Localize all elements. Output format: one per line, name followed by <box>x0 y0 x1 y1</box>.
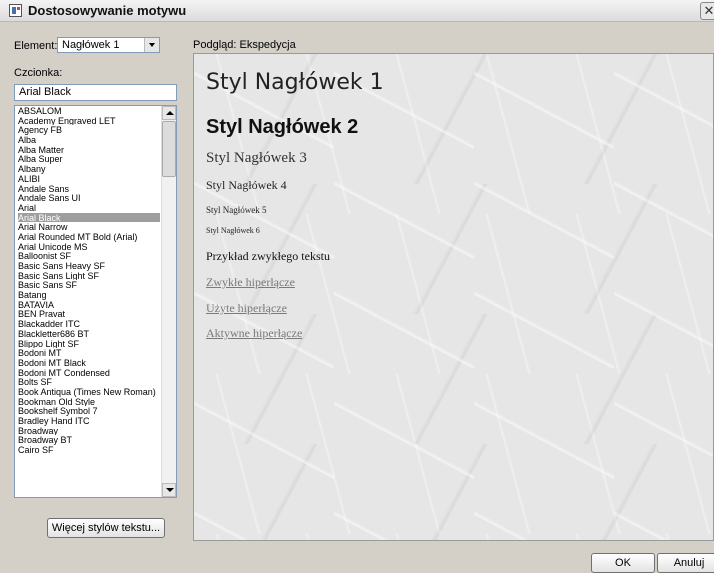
preview-heading-6: Styl Nagłówek 6 <box>206 226 260 235</box>
font-list-item[interactable]: Blackadder ITC <box>18 319 160 329</box>
preview-link-visited[interactable]: Użyte hiperłącze <box>206 301 287 316</box>
element-label: Element: <box>14 40 58 52</box>
element-dropdown[interactable]: Nagłówek 1 <box>57 37 160 53</box>
preview-body-text: Przykład zwykłego tekstu <box>206 249 330 263</box>
font-list-item[interactable]: Bodoni MT <box>18 348 160 358</box>
font-list-item[interactable]: Bookman Old Style <box>18 397 160 407</box>
scroll-up-icon[interactable] <box>162 106 176 120</box>
font-list-scrollbar[interactable] <box>161 106 176 497</box>
font-list-item[interactable]: Blippo Light SF <box>18 339 160 349</box>
preview-heading-1: Styl Nagłówek 1 <box>206 70 384 95</box>
close-button[interactable]: ✕ <box>700 2 714 20</box>
more-text-styles-button[interactable]: Więcej stylów tekstu... <box>47 518 165 538</box>
font-list-item[interactable]: Arial Rounded MT Bold (Arial) <box>18 232 160 242</box>
font-input[interactable]: Arial Black <box>14 84 177 101</box>
font-list-item[interactable]: Albany <box>18 164 160 174</box>
font-list-item[interactable]: Bradley Hand ITC <box>18 416 160 426</box>
font-list-item[interactable]: Blackletter686 BT <box>18 329 160 339</box>
font-list-item[interactable]: Alba Matter <box>18 145 160 155</box>
preview-heading-4: Styl Nagłówek 4 <box>206 178 287 192</box>
font-list-item[interactable]: Bodoni MT Condensed <box>18 368 160 378</box>
font-list-item[interactable]: Andale Sans UI <box>18 193 160 203</box>
font-list-item[interactable]: BATAVIA <box>18 300 160 310</box>
font-list-item[interactable]: Batang <box>18 290 160 300</box>
font-list[interactable]: ABSALOM Academy Engraved LET Agency FB Alba… <box>14 105 177 498</box>
window-title: Dostosowywanie motywu <box>28 3 187 18</box>
font-list-item[interactable]: BEN Pravat <box>18 309 160 320</box>
font-list-item[interactable]: Arial Black <box>18 212 160 223</box>
font-list-item[interactable]: Arial Unicode MS <box>18 242 160 252</box>
font-list-item[interactable]: Book Antiqua (Times New Roman) <box>18 387 160 397</box>
ok-button[interactable]: OK <box>591 553 655 573</box>
preview-heading-5: Styl Nagłówek 5 <box>206 205 267 215</box>
font-list-item[interactable]: Broadway BT <box>18 435 160 446</box>
preview-heading-3: Styl Nagłówek 3 <box>206 150 307 166</box>
cancel-button[interactable]: Anuluj <box>657 553 714 573</box>
font-list-items: ABSALOM Academy Engraved LET Agency FB Alba… <box>18 106 160 455</box>
font-list-item[interactable]: Academy Engraved LET <box>18 116 160 126</box>
font-list-item[interactable]: Agency FB <box>18 125 160 136</box>
font-list-item[interactable]: Andale Sans <box>18 184 160 194</box>
preview-label: Podgląd: Ekspedycja <box>193 39 296 51</box>
font-list-item[interactable]: Bodoni MT Black <box>18 358 160 368</box>
font-list-item[interactable]: Basic Sans Light SF <box>18 271 160 281</box>
font-list-item[interactable]: ALIBI <box>18 174 160 184</box>
font-label: Czcionka: <box>14 67 63 79</box>
font-list-item[interactable]: Bookshelf Symbol 7 <box>18 406 160 416</box>
font-list-item[interactable]: Broadway <box>18 426 160 436</box>
font-list-item[interactable]: Arial <box>18 203 160 213</box>
font-list-item[interactable]: ABSALOM <box>18 106 160 116</box>
font-list-item[interactable]: Bolts SF <box>18 377 160 387</box>
font-list-item[interactable]: Alba Super <box>18 154 160 165</box>
chevron-down-icon[interactable] <box>144 38 159 52</box>
app-icon <box>9 4 22 17</box>
font-list-item[interactable]: Cairo SF <box>18 445 160 455</box>
preview-pane: Styl Nagłówek 1 Styl Nagłówek 2 Styl Nag… <box>193 53 714 541</box>
scroll-down-icon[interactable] <box>162 483 176 497</box>
preview-link-active[interactable]: Aktywne hiperłącze <box>206 326 302 341</box>
font-list-item[interactable]: Basic Sans SF <box>18 280 160 291</box>
title-bar: Dostosowywanie motywu ✕ <box>0 0 714 22</box>
font-list-item[interactable]: Balloonist SF <box>18 251 160 261</box>
preview-link-normal[interactable]: Zwykłe hiperłącze <box>206 275 295 290</box>
font-list-item[interactable]: Arial Narrow <box>18 222 160 232</box>
font-list-item[interactable]: Alba <box>18 135 160 145</box>
scroll-thumb[interactable] <box>162 121 176 177</box>
font-list-item[interactable]: Basic Sans Heavy SF <box>18 261 160 271</box>
element-dropdown-value: Nagłówek 1 <box>62 39 120 51</box>
preview-heading-2: Styl Nagłówek 2 <box>206 116 359 138</box>
